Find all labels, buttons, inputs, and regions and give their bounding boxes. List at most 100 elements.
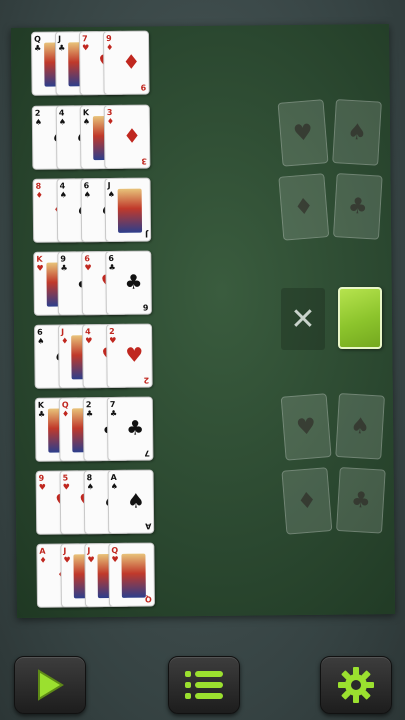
face-card-art [121, 553, 146, 598]
waste-pile-empty[interactable]: ✕ [281, 288, 325, 350]
foundation-slot-hearts-1[interactable]: ♥ [277, 99, 329, 167]
menu-button[interactable] [168, 656, 240, 714]
card-rank-bottom: A [144, 521, 152, 531]
card-rank: 2 [34, 108, 41, 118]
card-rank-bottom: 9 [140, 82, 147, 92]
card-center-suit-icon: ♠ [126, 488, 145, 513]
card-center-suit-icon: ♣ [125, 415, 145, 440]
spades-icon: ♠ [346, 119, 368, 146]
foundation-slot-spades-1[interactable]: ♠ [332, 99, 382, 166]
clubs-icon: ♣ [347, 193, 369, 220]
card-rank: 6 [37, 327, 43, 337]
card-suit-icon: ♠ [82, 117, 91, 127]
playing-card[interactable]: Q ♥ Q [108, 542, 155, 608]
card-rank: 2 [85, 400, 92, 410]
card-rank: Q [61, 400, 69, 410]
card-rank: 2 [109, 326, 115, 336]
card-rank: K [36, 254, 43, 264]
card-suit-icon: ♣ [37, 409, 46, 419]
playing-card[interactable]: A ♠ ♠ A [107, 469, 155, 535]
card-rank: 4 [59, 181, 66, 191]
card-suit-icon: ♠ [37, 336, 45, 346]
card-rank: 5 [62, 473, 69, 483]
play-icon [38, 669, 64, 701]
card-suit-icon: ♦ [106, 116, 115, 126]
hearts-icon: ♥ [292, 119, 314, 147]
card-suit-icon: ♦ [61, 409, 70, 419]
settings-button[interactable] [320, 656, 392, 714]
card-suit-icon: ♠ [86, 482, 94, 492]
card-rank: J [87, 546, 91, 556]
card-rank: J [61, 327, 65, 337]
tableau-row: K♣KQ♦Q2♣♣27♣♣7 [34, 396, 154, 462]
card-center-suit-icon: ♥ [125, 342, 144, 367]
playing-card[interactable]: 7 ♣ ♣ 7 [106, 396, 154, 462]
tableau: Q♣QJ♣J7♥♥79♦♦92♠♠24♠♠4K♠K3♦♦38♦♦84♠♠46♠♠… [11, 24, 389, 608]
card-rank: 4 [85, 327, 91, 337]
foundation-slot-diamonds-1[interactable]: ♦ [278, 173, 330, 241]
play-button[interactable] [14, 656, 86, 714]
foundation-slot-hearts-2[interactable]: ♥ [280, 393, 332, 461]
card-rank: 7 [109, 399, 116, 409]
card-suit-icon: ♥ [109, 335, 117, 345]
card-suit-icon: ♥ [87, 555, 95, 565]
foundation-slot-clubs-2[interactable]: ♣ [336, 467, 386, 534]
card-rank: 9 [38, 473, 45, 483]
foundation-slot-clubs-1[interactable]: ♣ [332, 173, 383, 240]
card-rank: A [39, 546, 46, 556]
playing-card[interactable]: 9 ♦ ♦ 9 [102, 30, 150, 96]
stock-pile[interactable] [338, 287, 382, 349]
card-rank: 6 [108, 253, 114, 263]
card-suit-icon: ♥ [84, 263, 92, 273]
card-suit-icon: ♣ [85, 409, 94, 419]
card-rank: K [82, 108, 90, 118]
playing-card[interactable]: 2 ♥ ♥ 2 [106, 323, 153, 389]
card-suit-icon: ♠ [59, 190, 67, 200]
playing-card[interactable]: J ♠ J [104, 177, 152, 243]
foundation-slot-spades-2[interactable]: ♠ [335, 393, 385, 460]
diamonds-icon: ♦ [292, 193, 315, 221]
card-rank: 6 [83, 181, 90, 191]
card-suit-icon: ♥ [85, 336, 93, 346]
card-rank-bottom: 3 [141, 156, 148, 166]
hearts-icon: ♥ [295, 413, 317, 441]
card-suit-icon: ♥ [63, 555, 71, 565]
card-rank: J [107, 180, 111, 190]
playing-card[interactable]: 3 ♦ ♦ 3 [103, 104, 151, 170]
card-suit-icon: ♣ [108, 262, 116, 272]
clubs-icon: ♣ [350, 487, 372, 514]
card-rank-bottom: 7 [144, 448, 151, 458]
card-suit-icon: ♦ [61, 336, 69, 346]
card-center-suit-icon: ♦ [122, 49, 141, 74]
card-suit-icon: ♦ [39, 555, 47, 565]
card-rank: K [37, 400, 45, 410]
card-suit-icon: ♥ [82, 43, 90, 53]
diamonds-icon: ♦ [296, 487, 318, 515]
card-suit-icon: ♠ [110, 481, 118, 491]
playing-card[interactable]: 6 ♣ ♣ 6 [105, 250, 152, 316]
card-rank: J [63, 546, 67, 556]
tableau-row: A♦♦AJ♥JJ♥JQ♥Q [36, 542, 155, 608]
foundation-slot-diamonds-2[interactable]: ♦ [281, 467, 333, 535]
tableau-row: 9♥♥95♥♥58♠♠8A♠♠A [35, 469, 155, 535]
card-suit-icon: ♣ [58, 43, 66, 53]
card-center-suit-icon: ♣ [124, 269, 143, 294]
card-rank: 9 [105, 33, 112, 43]
card-rank: 7 [81, 34, 88, 44]
tableau-row: 6♠♠6J♦J4♥♥42♥♥2 [34, 323, 153, 389]
menu-icon [185, 671, 223, 699]
card-suit-icon: ♣ [34, 43, 42, 53]
card-rank: 4 [58, 108, 65, 118]
card-rank-bottom: J [145, 229, 149, 239]
card-center-suit-icon: ♦ [122, 123, 142, 148]
card-suit-icon: ♠ [34, 117, 43, 127]
card-rank: Q [111, 545, 119, 555]
close-icon: ✕ [290, 301, 316, 337]
card-rank: Q [33, 34, 41, 44]
tableau-row: K♥K9♣♣96♥♥66♣♣6 [33, 250, 152, 316]
card-rank: 8 [35, 181, 42, 191]
card-suit-icon: ♠ [58, 117, 67, 127]
card-rank: A [110, 472, 117, 482]
card-suit-icon: ♦ [106, 42, 114, 52]
tableau-row: Q♣QJ♣J7♥♥79♦♦9 [30, 30, 150, 96]
